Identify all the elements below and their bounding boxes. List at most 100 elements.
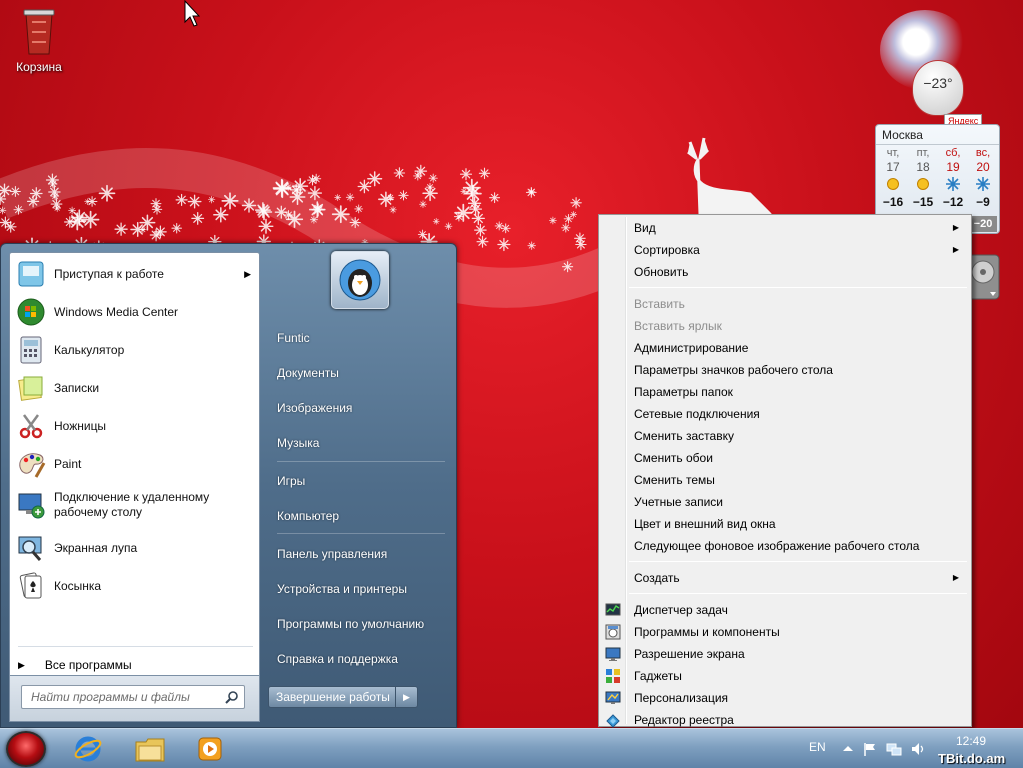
context-menu-item[interactable]: Разрешение экрана — [601, 643, 969, 665]
place-devices-printers[interactable]: Устройства и принтеры — [269, 575, 451, 603]
recycle-bin-label: Корзина — [16, 60, 62, 74]
context-menu-item[interactable]: Следующее фоновое изображение рабочего с… — [601, 535, 969, 557]
context-menu-item[interactable]: Сетевые подключения — [601, 403, 969, 425]
program-paint[interactable]: Paint — [10, 445, 259, 483]
submenu-arrow-icon: ▶ — [952, 245, 959, 254]
place-default-programs[interactable]: Программы по умолчанию — [269, 610, 451, 638]
context-menu-item-label: Персонализация — [634, 691, 729, 705]
context-menu-item[interactable]: Параметры значков рабочего стола — [601, 359, 969, 381]
place-music[interactable]: Музыка — [269, 429, 451, 457]
forecast-temp: −15 — [912, 195, 934, 209]
context-menu-item-label: Вставить — [634, 297, 685, 311]
forecast-day-name: чт, — [886, 147, 900, 159]
context-menu-item[interactable]: Создать ▶ — [601, 567, 969, 589]
context-menu-item[interactable]: Сменить обои — [601, 447, 969, 469]
all-programs-button[interactable]: ▶ Все программы — [18, 655, 132, 675]
forecast-day-name: сб, — [945, 147, 961, 159]
context-menu-item[interactable]: Диспетчер задач — [601, 599, 969, 621]
place-computer[interactable]: Компьютер — [269, 502, 451, 530]
program-label: Paint — [54, 456, 82, 471]
clock[interactable]: 12:49 — [946, 734, 996, 748]
program-label: Косынка — [54, 578, 102, 593]
getting-started-icon — [18, 261, 44, 287]
forecast-day-date: 19 — [946, 160, 960, 174]
context-menu-item-label: Диспетчер задач — [634, 603, 728, 617]
explorer-folder-icon — [135, 738, 165, 762]
context-menu-item[interactable]: Обновить — [601, 261, 969, 283]
program-label: Калькулятор — [54, 342, 125, 357]
context-menu-item-label: Сменить заставку — [634, 429, 734, 443]
network-icon[interactable] — [886, 741, 902, 757]
program-snipping-tool[interactable]: Ножницы — [10, 407, 259, 445]
shutdown-button[interactable]: Завершение работы — [268, 686, 396, 708]
submenu-arrow-icon: ▶ — [952, 223, 959, 232]
program-sticky-notes[interactable]: Записки — [10, 369, 259, 407]
taskbar-media-player[interactable] — [194, 733, 226, 765]
context-menu-item-label: Редактор реестра — [634, 713, 734, 727]
programs-list: Приступая к работе ▶ Windows Media Cente… — [9, 252, 260, 676]
volume-icon[interactable] — [910, 741, 926, 757]
forecast-day: пт, 18 −15 — [908, 147, 938, 210]
program-label: Приступая к работе — [54, 266, 164, 281]
user-avatar[interactable] — [331, 251, 389, 309]
search-icon[interactable] — [225, 690, 239, 704]
program-calculator[interactable]: Калькулятор — [10, 331, 259, 369]
search-area: Найти программы и файлы — [9, 676, 260, 722]
recycle-bin-icon — [23, 9, 55, 55]
shutdown-options-button[interactable]: ▶ — [396, 686, 418, 708]
context-menu-item[interactable]: Сменить заставку — [601, 425, 969, 447]
scissors-icon — [19, 414, 43, 439]
program-remote-desktop[interactable]: Подключение к удаленному рабочему столу — [10, 483, 259, 527]
program-media-center[interactable]: Windows Media Center — [10, 293, 259, 331]
context-menu-item[interactable]: Цвет и внешний вид окна — [601, 513, 969, 535]
weather-extra-temp: −20 — [969, 216, 997, 232]
program-label: Ножницы — [54, 418, 107, 433]
context-menu-item[interactable]: Персонализация — [601, 687, 969, 709]
context-menu-item[interactable]: Параметры папок — [601, 381, 969, 403]
action-center-flag-icon[interactable] — [862, 741, 878, 757]
chevron-right-icon: ▶ — [403, 692, 410, 702]
watermark-text: TBit.do.am — [938, 751, 1006, 766]
reindeer-decoration — [687, 137, 772, 216]
menu-separator — [629, 561, 967, 562]
place-games[interactable]: Игры — [269, 467, 451, 495]
program-magnifier[interactable]: Экранная лупа — [10, 529, 259, 567]
program-label: Windows Media Center — [54, 304, 179, 319]
context-menu-item[interactable]: Программы и компоненты — [601, 621, 969, 643]
taskbar-internet-explorer[interactable] — [72, 733, 104, 765]
context-menu-item-label: Вид — [634, 221, 656, 235]
forecast-day: чт, 17 −16 — [878, 147, 908, 210]
recycle-bin-shortcut[interactable]: Корзина — [8, 4, 70, 74]
context-menu-item[interactable]: Сортировка ▶ — [601, 239, 969, 261]
context-menu-item-label: Параметры значков рабочего стола — [634, 363, 833, 377]
context-menu-item[interactable]: Сменить темы — [601, 469, 969, 491]
context-menu-item-label: Сетевые подключения — [634, 407, 760, 421]
search-placeholder: Найти программы и файлы — [31, 690, 190, 704]
program-getting-started[interactable]: Приступая к работе ▶ — [10, 255, 259, 293]
search-input[interactable]: Найти программы и файлы — [21, 685, 245, 709]
taskbar-explorer[interactable] — [134, 733, 166, 765]
context-menu-item[interactable]: Учетные записи — [601, 491, 969, 513]
start-button[interactable] — [6, 731, 46, 767]
program-label: Записки — [54, 380, 100, 395]
program-solitaire[interactable]: Косынка — [10, 567, 259, 605]
context-menu-item[interactable]: Гаджеты — [601, 665, 969, 687]
penguin-avatar-icon — [339, 259, 381, 301]
places-divider — [277, 533, 445, 534]
internet-explorer-icon — [74, 736, 102, 762]
weather-current-temp[interactable]: −23° — [912, 60, 964, 116]
place-pictures[interactable]: Изображения — [269, 394, 451, 422]
place-documents[interactable]: Документы — [269, 359, 451, 387]
context-menu-item[interactable]: Вид ▶ — [601, 217, 969, 239]
context-menu-item[interactable]: Администрирование — [601, 337, 969, 359]
place-user-folder[interactable]: Funtic — [269, 324, 451, 352]
context-menu-item-label: Создать — [634, 571, 680, 585]
language-indicator[interactable]: EN — [809, 740, 826, 754]
context-menu-item-label: Обновить — [634, 265, 689, 279]
forecast-temp: −12 — [942, 195, 964, 209]
submenu-arrow-icon: ▶ — [244, 269, 251, 279]
menu-separator — [629, 287, 967, 288]
place-control-panel[interactable]: Панель управления — [269, 540, 451, 568]
place-help-support[interactable]: Справка и поддержка — [269, 645, 451, 673]
show-hidden-icons-icon[interactable] — [840, 741, 856, 757]
